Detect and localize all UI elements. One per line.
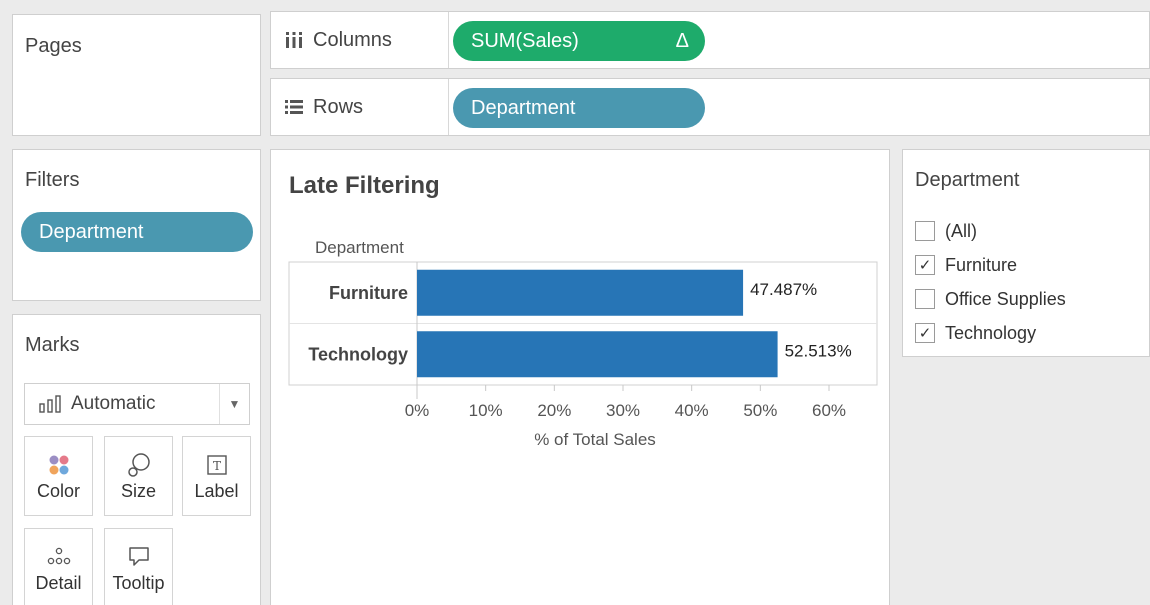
filter-item-furniture[interactable]: ✓ Furniture [915, 252, 1017, 278]
filter-item-label: Technology [945, 322, 1037, 343]
columns-shelf[interactable]: Columns SUM(Sales) Δ [270, 11, 1150, 69]
checkbox-office-supplies[interactable] [915, 289, 935, 309]
data-label: 47.487% [750, 280, 817, 299]
sum-sales-pill-label: SUM(Sales) [471, 29, 579, 52]
rows-department-pill[interactable]: Department [453, 88, 705, 128]
bar [417, 331, 778, 378]
x-axis-title: % of Total Sales [534, 430, 656, 449]
tooltip-button-label: Tooltip [112, 573, 165, 593]
rows-shelf[interactable]: Rows Department [270, 78, 1150, 136]
category-label: Technology [308, 344, 408, 364]
delta-icon: Δ [675, 29, 689, 52]
bar-chart-icon [39, 395, 63, 413]
x-tick-label: 60% [812, 401, 846, 420]
columns-icon [283, 30, 305, 50]
marks-card: Marks Automatic ▼ Color Size T Label Det… [12, 314, 261, 605]
filter-card-list: (All) ✓ Furniture Office Supplies ✓ Tech… [903, 206, 1149, 356]
data-label: 52.513% [785, 341, 852, 360]
color-button-label: Color [36, 481, 80, 501]
sum-sales-pill[interactable]: SUM(Sales) Δ [453, 21, 705, 61]
filter-item-all[interactable]: (All) [915, 218, 977, 244]
label-button[interactable]: T Label [182, 436, 251, 516]
checkmark-icon: ✓ [918, 257, 932, 274]
filter-item-office-supplies[interactable]: Office Supplies [915, 286, 1066, 312]
chevron-down-icon[interactable]: ▼ [219, 384, 249, 424]
x-tick-label: 40% [675, 401, 709, 420]
filter-card-title: Department [915, 169, 1020, 191]
worksheet-view: Late Filtering Department Furniture 47.48… [270, 149, 890, 605]
bar-chart: Furniture 47.487% Technology 52.513% 0% 10% 20… [288, 261, 878, 449]
label-button-label: Label [194, 481, 239, 501]
x-tick-label: 20% [537, 401, 571, 420]
filter-department-pill-label: Department [39, 220, 144, 243]
size-bubble-icon [127, 449, 151, 481]
bar [417, 269, 744, 316]
mark-type-dropdown[interactable]: Automatic ▼ [24, 383, 250, 425]
marks-title: Marks [25, 334, 80, 356]
speech-bubble-icon [127, 541, 151, 573]
svg-text:T: T [212, 459, 220, 473]
view-title: Late Filtering [289, 172, 440, 199]
checkmark-icon: ✓ [918, 325, 932, 342]
checkbox-all[interactable] [915, 221, 935, 241]
filters-title: Filters [25, 169, 80, 191]
detail-dots-icon [46, 541, 72, 573]
checkbox-technology[interactable]: ✓ [915, 323, 935, 343]
x-tick-label: 10% [469, 401, 503, 420]
rows-label: Rows [313, 95, 364, 118]
x-tick-label: 50% [743, 401, 777, 420]
department-filter-card: Department (All) ✓ Furniture Office Supp… [902, 149, 1150, 357]
x-tick-label: 30% [606, 401, 640, 420]
text-t-icon: T [206, 449, 228, 481]
rows-department-pill-label: Department [471, 96, 576, 119]
columns-shelf-label: Columns [271, 12, 449, 68]
checkbox-furniture[interactable]: ✓ [915, 255, 935, 275]
rows-icon [283, 99, 305, 115]
tooltip-button[interactable]: Tooltip [104, 528, 173, 605]
columns-label: Columns [313, 28, 392, 51]
color-dots-icon [48, 449, 70, 481]
filters-shelf[interactable]: Filters Department [12, 149, 261, 301]
size-button-label: Size [120, 481, 156, 501]
detail-button-label: Detail [35, 573, 82, 593]
size-button[interactable]: Size [104, 436, 173, 516]
x-tick-label: 0% [405, 401, 430, 420]
mark-type-value: Automatic [71, 393, 156, 414]
filter-item-label: (All) [945, 220, 977, 241]
rows-shelf-label: Rows [271, 79, 449, 135]
pages-title: Pages [25, 35, 82, 57]
filter-department-pill[interactable]: Department [21, 212, 253, 252]
color-button[interactable]: Color [24, 436, 93, 516]
filter-item-label: Office Supplies [945, 288, 1066, 309]
filter-item-technology[interactable]: ✓ Technology [915, 320, 1036, 346]
detail-button[interactable]: Detail [24, 528, 93, 605]
pages-shelf[interactable]: Pages [12, 14, 261, 136]
category-label: Furniture [329, 283, 408, 303]
filter-item-label: Furniture [945, 254, 1018, 275]
